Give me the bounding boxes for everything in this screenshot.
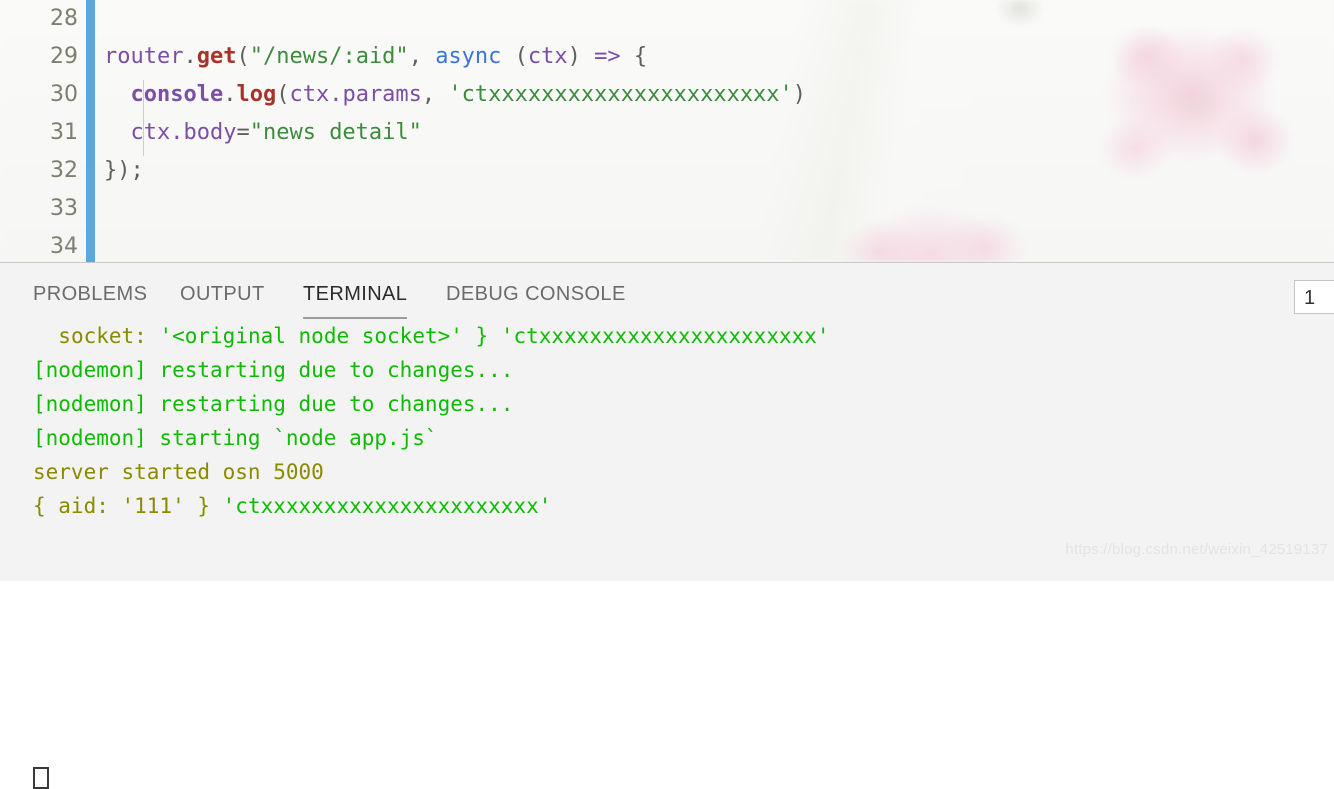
- code-line[interactable]: 30 console.log(ctx.params, 'ctxxxxxxxxxx…: [0, 76, 1334, 114]
- code-token: router: [104, 44, 184, 69]
- code-token: .: [223, 82, 237, 107]
- code-token: .: [183, 44, 197, 69]
- code-token: get: [196, 44, 237, 69]
- terminal-line: server started osn 5000: [33, 455, 324, 489]
- terminal-instance-select[interactable]: 1: [1294, 280, 1334, 314]
- line-number: 30: [50, 82, 78, 107]
- code-token: (: [236, 44, 250, 69]
- terminal-line: [nodemon] restarting due to changes...: [33, 387, 513, 421]
- terminal-token: '<original node socket>' } 'ctxxxxxxxxxx…: [146, 324, 830, 348]
- line-number: 34: [50, 234, 78, 259]
- code-token: =: [236, 120, 250, 145]
- bottom-panel: 1 PROBLEMS OUTPUT TERMINAL DEBUG CONSOLE so…: [0, 262, 1334, 789]
- code-lines-container[interactable]: 28 29 router.get("/news/:aid", async (ctx)…: [0, 0, 1334, 262]
- code-token: 'ctxxxxxxxxxxxxxxxxxxxxxx': [448, 82, 793, 107]
- code-token: async: [435, 44, 502, 69]
- terminal-line: socket: '<original node socket>' } 'ctxx…: [33, 319, 830, 353]
- code-line-text: router.get("/news/:aid", async (ctx) => …: [104, 38, 647, 76]
- line-number: 29: [50, 44, 78, 69]
- line-number: 31: [50, 120, 78, 145]
- terminal-token: socket:: [58, 324, 147, 348]
- line-number: 28: [50, 6, 78, 31]
- terminal-line: [nodemon] starting `node app.js`: [33, 421, 438, 455]
- code-token: (: [276, 82, 290, 107]
- code-line[interactable]: 32});: [0, 152, 1334, 190]
- terminal-line: [nodemon] restarting due to changes...: [33, 353, 513, 387]
- terminal-token: [nodemon] restarting due to changes...: [33, 392, 514, 416]
- watermark-text: https://blog.csdn.net/weixin_42519137: [1065, 541, 1328, 558]
- code-token: ,: [408, 44, 436, 69]
- terminal-token: 'ctxxxxxxxxxxxxxxxxxxxxxx': [210, 494, 552, 518]
- line-number: 32: [50, 158, 78, 183]
- code-line[interactable]: 33: [0, 190, 1334, 228]
- code-token: ): [792, 82, 807, 107]
- terminal-token: [nodemon] starting `node app.js`: [33, 426, 438, 450]
- code-token: "/news/:aid": [249, 44, 409, 69]
- code-editor[interactable]: 28 29 router.get("/news/:aid", async (ctx)…: [0, 0, 1334, 262]
- terminal-token: { aid: '111' }: [33, 494, 211, 518]
- code-token: ,: [421, 82, 449, 107]
- code-line-text: ctx.body="news detail": [104, 114, 422, 152]
- line-number: 33: [50, 196, 78, 221]
- code-line[interactable]: 28: [0, 0, 1334, 38]
- indent-guide: [143, 80, 144, 156]
- code-line-text: });: [104, 152, 144, 190]
- code-token: console: [130, 82, 224, 107]
- code-token: ): [567, 44, 595, 69]
- code-line[interactable]: 31 ctx.body="news detail": [0, 114, 1334, 152]
- code-token: ctx.params: [289, 82, 422, 107]
- code-token: "news detail": [249, 120, 422, 145]
- code-token: log: [236, 82, 277, 107]
- tab-problems[interactable]: PROBLEMS: [33, 283, 147, 306]
- code-token: {: [620, 44, 648, 69]
- terminal-cursor: [33, 767, 49, 789]
- code-line[interactable]: 29 router.get("/news/:aid", async (ctx) =…: [0, 38, 1334, 76]
- code-line[interactable]: 34: [0, 228, 1334, 262]
- tab-output[interactable]: OUTPUT: [180, 283, 265, 306]
- terminal-line: { aid: '111' } 'ctxxxxxxxxxxxxxxxxxxxxxx…: [33, 489, 551, 523]
- code-line-text: console.log(ctx.params, 'ctxxxxxxxxxxxxx…: [104, 76, 807, 114]
- panel-tab-bar: 1 PROBLEMS OUTPUT TERMINAL DEBUG CONSOLE: [0, 263, 1334, 319]
- code-token: =>: [594, 44, 621, 69]
- code-token: ctx.body: [130, 120, 237, 145]
- tab-terminal[interactable]: TERMINAL: [303, 283, 408, 319]
- tab-debug-console[interactable]: DEBUG CONSOLE: [446, 283, 626, 306]
- terminal-token: server started osn 5000: [33, 460, 324, 484]
- code-token: (: [501, 44, 528, 69]
- code-token: });: [104, 158, 144, 183]
- code-token: ctx: [527, 44, 568, 69]
- terminal-token: [nodemon] restarting due to changes...: [33, 358, 514, 382]
